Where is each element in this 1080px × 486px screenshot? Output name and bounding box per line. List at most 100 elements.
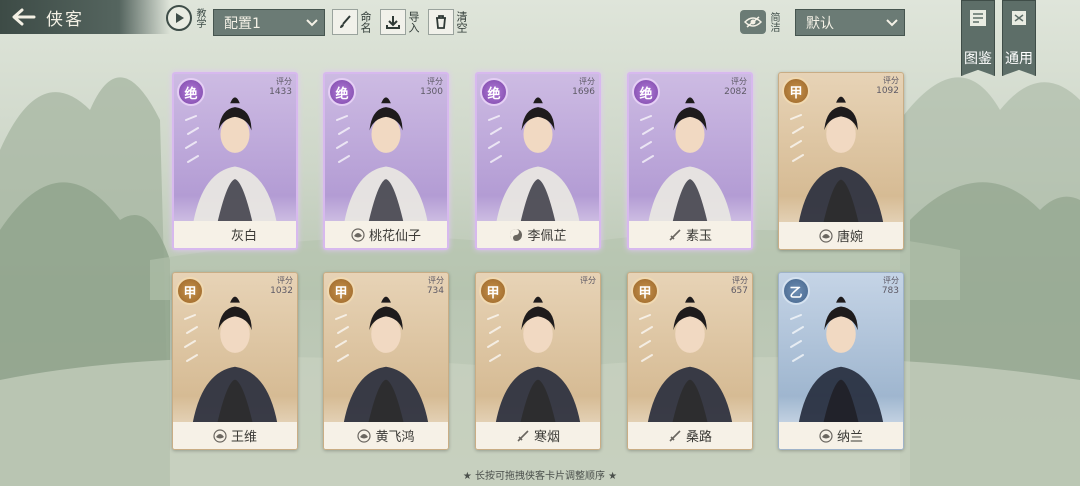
back-button[interactable]: 侠客 [0, 0, 170, 34]
import-label: 导入 [407, 11, 420, 33]
grade-badge: 甲 [631, 277, 659, 305]
tutorial-label: 教学 [194, 8, 205, 28]
play-icon [166, 5, 192, 31]
hero-name-bar: 李佩芷 [477, 221, 599, 248]
hero-card[interactable]: 绝 评分 1696 李佩芷 [475, 72, 601, 250]
score-value: 1696 [572, 87, 595, 97]
score-display: 评分 2082 [724, 77, 747, 97]
score-label: 评分 [277, 276, 293, 285]
book-icon [970, 10, 986, 26]
clear-label: 清空 [455, 11, 468, 33]
download-icon [380, 9, 406, 35]
sword-icon [668, 429, 682, 443]
grade-badge: 绝 [632, 78, 660, 106]
filter-label: 简洁 [768, 12, 779, 32]
grade-badge: 绝 [177, 78, 205, 106]
brush-icon [332, 9, 358, 35]
rank-marks [787, 311, 809, 375]
lotus-icon [819, 228, 833, 243]
clear-button[interactable]: 清空 [428, 8, 468, 36]
score-value: 734 [426, 286, 444, 296]
grade-badge: 绝 [480, 78, 508, 106]
score-value: 1092 [876, 86, 899, 96]
sword-icon [668, 228, 682, 242]
hero-name: 李佩芷 [527, 229, 567, 244]
hero-name: 桑路 [685, 430, 712, 445]
hero-name: 纳兰 [836, 430, 863, 445]
hero-card[interactable]: 绝 评分 1300 桃花仙子 [323, 72, 449, 250]
score-display: 评分 783 [882, 276, 899, 296]
config-dropdown[interactable]: 配置1 [213, 9, 325, 36]
hero-card[interactable]: 绝 评分 1433 灰白 [172, 72, 298, 250]
hero-name-bar: 寒烟 [476, 422, 600, 449]
hero-name: 素玉 [685, 229, 712, 244]
hero-name: 黄飞鸿 [375, 430, 415, 445]
score-label: 评分 [883, 276, 899, 285]
rank-marks [636, 311, 658, 375]
hero-card[interactable]: 甲 评分 寒烟 [475, 272, 601, 450]
rank-marks [484, 311, 506, 375]
grade-badge: 甲 [176, 277, 204, 305]
hero-name: 寒烟 [533, 430, 560, 445]
hero-card[interactable]: 甲 评分 657 桑路 [627, 272, 753, 450]
rename-label: 命名 [359, 11, 372, 33]
score-label: 评分 [428, 276, 444, 285]
score-value: 783 [881, 286, 899, 296]
grade-badge: 甲 [327, 277, 355, 305]
lotus-icon [819, 428, 833, 443]
hero-name: 唐婉 [836, 230, 863, 245]
score-display: 评分 1032 [270, 276, 293, 296]
sort-dropdown[interactable]: 默认 [795, 9, 905, 36]
hero-name-bar: 王维 [173, 422, 297, 449]
eye-icon [740, 10, 766, 34]
score-display: 评分 [580, 276, 596, 286]
hero-card[interactable]: 甲 评分 1092 唐婉 [778, 72, 904, 250]
gallery-label: 图鉴 [964, 51, 992, 67]
config-value: 配置1 [224, 15, 261, 32]
rank-marks [787, 111, 809, 175]
hero-card[interactable]: 甲 评分 734 黄飞鸿 [323, 272, 449, 450]
tutorial-button[interactable]: 教学 [166, 4, 210, 32]
gallery-button[interactable]: 图鉴 [961, 0, 995, 76]
hero-name-bar: 纳兰 [779, 422, 903, 449]
hero-name-bar: 唐婉 [779, 222, 903, 249]
hero-name: 桃花仙子 [368, 229, 421, 244]
back-arrow-icon [0, 0, 46, 34]
chevron-down-icon [306, 15, 318, 31]
score-label: 评分 [732, 276, 748, 285]
page-title: 侠客 [46, 9, 84, 30]
score-value: 1433 [269, 87, 292, 97]
hero-name: 王维 [230, 430, 257, 445]
sword-icon [516, 429, 530, 443]
grade-badge: 绝 [328, 78, 356, 106]
score-label: 评分 [427, 77, 443, 86]
score-label: 评分 [276, 77, 292, 86]
score-value: 2082 [724, 87, 747, 97]
hero-name-bar: 桑路 [628, 422, 752, 449]
hero-name-bar: 素玉 [629, 221, 751, 248]
rank-marks [182, 112, 204, 176]
general-button[interactable]: 通用 [1002, 0, 1036, 76]
hero-name-bar: 桃花仙子 [325, 221, 447, 248]
score-label: 评分 [731, 77, 747, 86]
hero-card[interactable]: 乙 评分 783 纳兰 [778, 272, 904, 450]
score-display: 评分 1300 [420, 77, 443, 97]
hero-card[interactable]: 甲 评分 1032 王维 [172, 272, 298, 450]
rank-marks [637, 112, 659, 176]
hero-name-bar: 灰白 [174, 221, 296, 248]
chevron-down-icon [886, 15, 898, 31]
grade-badge: 乙 [782, 277, 810, 305]
filter-toggle[interactable]: 简洁 [740, 8, 779, 36]
rename-button[interactable]: 命名 [332, 8, 372, 36]
hero-card[interactable]: 绝 评分 2082 素玉 [627, 72, 753, 250]
score-label: 评分 [883, 76, 899, 85]
lotus-icon [351, 227, 365, 242]
rank-marks [485, 112, 507, 176]
score-display: 评分 1433 [269, 77, 292, 97]
score-display: 评分 1696 [572, 77, 595, 97]
grade-badge: 甲 [479, 277, 507, 305]
rank-marks [181, 311, 203, 375]
trash-icon [428, 9, 454, 35]
import-button[interactable]: 导入 [380, 8, 420, 36]
score-value: 657 [730, 286, 748, 296]
